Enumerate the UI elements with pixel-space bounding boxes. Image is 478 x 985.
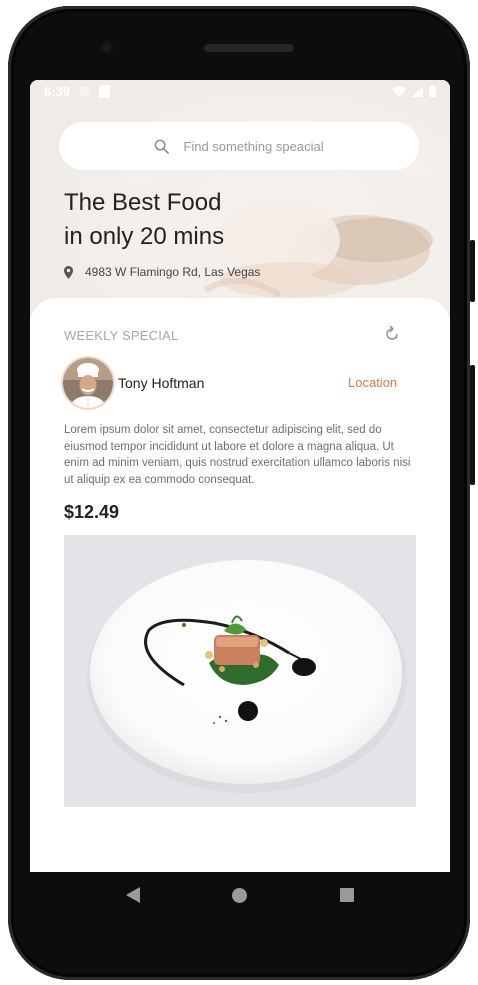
location-pin-icon xyxy=(64,265,73,279)
refresh-icon[interactable] xyxy=(382,324,402,349)
volume-button xyxy=(470,365,475,485)
hero-banner: 6:39 Find something speacial The Best Fo… xyxy=(30,80,450,320)
back-icon[interactable] xyxy=(126,887,141,903)
address-row: 4983 W Flamingo Rd, Las Vegas xyxy=(64,265,260,279)
chef-name: Tony Hoftman xyxy=(118,375,205,391)
avatar[interactable] xyxy=(63,358,113,408)
page-title: The Best Food in only 20 mins xyxy=(64,186,224,254)
section-label: WEEKLY SPECIAL xyxy=(64,328,179,343)
signal-icon xyxy=(412,85,423,97)
search-placeholder: Find something speacial xyxy=(183,138,324,154)
status-bar: 6:39 xyxy=(30,80,450,102)
weekly-special-card: WEEKLY SPECIAL Tony Hoftman Location Lor… xyxy=(30,298,450,872)
app-screen: 6:39 Find something speacial The Best Fo… xyxy=(30,80,450,872)
power-button xyxy=(470,240,475,302)
dish-description: Lorem ipsum dolor sit amet, consectetur … xyxy=(64,424,411,486)
dish-image xyxy=(64,535,416,807)
home-icon[interactable] xyxy=(232,887,248,903)
front-camera xyxy=(100,40,114,54)
address-text: 4983 W Flamingo Rd, Las Vegas xyxy=(85,265,261,279)
search-icon xyxy=(154,139,170,154)
sd-card-icon xyxy=(99,84,111,98)
title-line-2: in only 20 mins xyxy=(64,223,225,250)
location-link[interactable]: Location xyxy=(348,375,397,390)
battery-icon xyxy=(429,85,436,97)
gear-icon xyxy=(78,85,91,98)
wifi-icon xyxy=(392,85,406,97)
title-line-1: The Best Food xyxy=(64,189,222,216)
earpiece-speaker xyxy=(204,44,294,52)
recents-icon[interactable] xyxy=(339,888,354,902)
system-nav-bar xyxy=(30,872,450,918)
dish-price: $12.49 xyxy=(64,502,120,522)
status-time: 6:39 xyxy=(44,83,71,99)
search-bar[interactable]: Find something speacial xyxy=(59,122,419,170)
